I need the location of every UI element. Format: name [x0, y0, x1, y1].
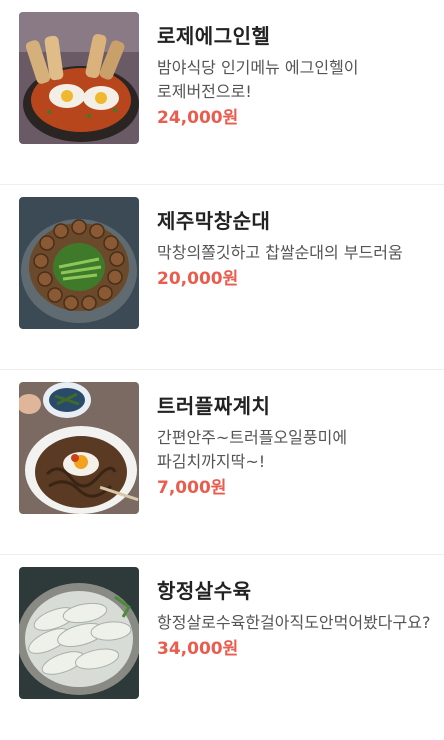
menu-price: 7,000원 — [157, 478, 227, 498]
makchang-sundae-photo — [19, 197, 139, 329]
food-photo — [19, 12, 139, 144]
food-photo — [19, 197, 139, 329]
menu-info: 항정살수육 항정살로수육한걸아직도안먹어봤다구요? 34,000원 — [157, 577, 431, 661]
menu-info: 트러플짜계치 간편안주~트러플오일풍미에 파김치까지딱~! 7,000원 — [157, 392, 427, 500]
menu-description: 밤야식당 인기메뉴 에그인헬이 로제버전으로! — [157, 58, 359, 101]
egg-in-hell-photo — [19, 12, 139, 144]
food-photo — [19, 567, 139, 699]
menu-price: 34,000원 — [157, 639, 239, 659]
menu-price: 20,000원 — [157, 269, 239, 289]
menu-description: 간편안주~트러플오일풍미에 파김치까지딱~! — [157, 428, 348, 471]
menu-description: 막창의쫄깃하고 찹쌀순대의 부드러움 — [157, 243, 403, 262]
menu-item[interactable]: 로제에그인헬 밤야식당 인기메뉴 에그인헬이 로제버전으로! 24,000원 — [0, 0, 444, 185]
menu-description: 항정살로수육한걸아직도안먹어봤다구요? — [157, 613, 431, 632]
menu-price: 24,000원 — [157, 108, 239, 128]
hangjeongsal-suyuk-photo — [19, 567, 139, 699]
menu-name: 제주막창순대 — [157, 209, 271, 233]
menu-item[interactable]: 제주막창순대 막창의쫄깃하고 찹쌀순대의 부드러움 20,000원 — [0, 185, 444, 370]
menu-info: 로제에그인헬 밤야식당 인기메뉴 에그인헬이 로제버전으로! 24,000원 — [157, 22, 427, 130]
menu-name: 항정살수육 — [157, 579, 252, 603]
menu-list: 로제에그인헬 밤야식당 인기메뉴 에그인헬이 로제버전으로! 24,000원 제… — [0, 0, 444, 740]
menu-item[interactable]: 트러플짜계치 간편안주~트러플오일풍미에 파김치까지딱~! 7,000원 — [0, 370, 444, 555]
truffle-jjagyechi-photo — [19, 382, 139, 514]
menu-name: 트러플짜계치 — [157, 394, 271, 418]
menu-item[interactable]: 항정살수육 항정살로수육한걸아직도안먹어봤다구요? 34,000원 — [0, 555, 444, 740]
menu-name: 로제에그인헬 — [157, 24, 271, 48]
menu-info: 제주막창순대 막창의쫄깃하고 찹쌀순대의 부드러움 20,000원 — [157, 207, 427, 291]
food-photo — [19, 382, 139, 514]
